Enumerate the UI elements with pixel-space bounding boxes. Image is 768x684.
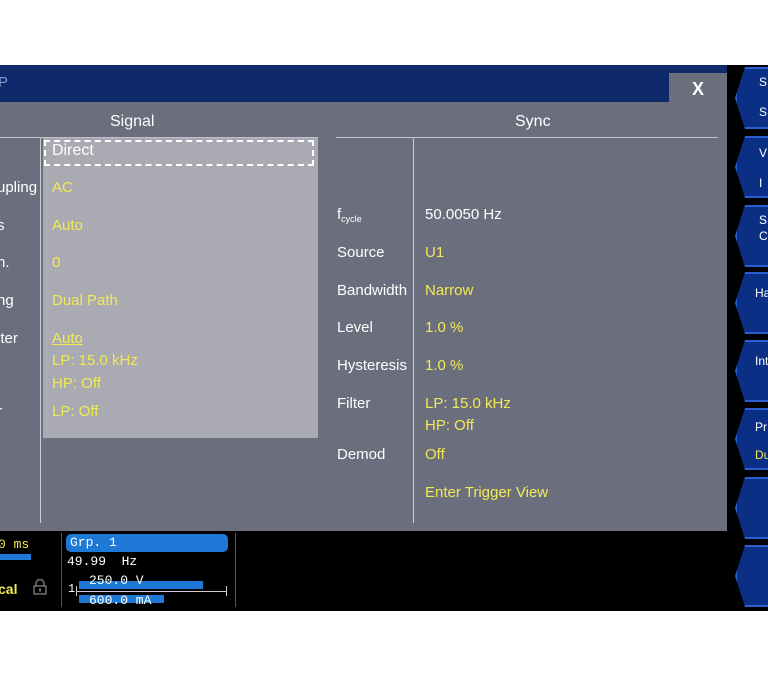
softkey-3[interactable]: S C xyxy=(735,205,768,267)
measurement-dialog: Signal Direct upling AC s Auto n. 0 ng D… xyxy=(0,102,727,531)
signal-header: Signal xyxy=(110,113,155,130)
coupling-label: upling xyxy=(0,179,38,196)
status-divider xyxy=(61,533,62,607)
fcycle-label: fcycle xyxy=(337,206,362,224)
status-divider-2 xyxy=(235,533,236,607)
measurement-time[interactable]: 0 ms xyxy=(0,537,29,552)
sync-source-value[interactable]: U1 xyxy=(425,244,444,261)
enter-trigger-view-link[interactable]: Enter Trigger View xyxy=(425,484,548,501)
softkey-3-sublabel: C xyxy=(759,229,768,243)
fcycle-subscript: cycle xyxy=(341,214,362,224)
signal-filter-hp: HP: Off xyxy=(52,375,101,392)
signal-filter-label: lter xyxy=(0,330,18,347)
softkey-4-label: Ha xyxy=(755,286,768,300)
sync-demod-value[interactable]: Off xyxy=(425,446,445,463)
softkey-7[interactable] xyxy=(735,477,768,539)
close-button[interactable]: X xyxy=(669,73,727,102)
signal-mode-selector[interactable]: Direct xyxy=(44,140,314,166)
signal-filter-mode[interactable]: Auto xyxy=(52,330,83,347)
softkey-1-label: S xyxy=(759,75,768,89)
scale-tick-left xyxy=(76,586,77,596)
ranging-value[interactable]: Dual Path xyxy=(52,292,118,309)
softkey-1[interactable]: S S xyxy=(735,67,768,129)
aux-filter-value[interactable]: LP: Off xyxy=(52,403,98,420)
softkey-2-sublabel: I xyxy=(759,176,763,190)
softkey-panel: S S V I S C Ha Int Pr Du xyxy=(729,65,768,611)
channel-scale-line xyxy=(76,591,227,592)
signal-column-divider xyxy=(40,138,41,523)
signal-selection-panel[interactable] xyxy=(43,138,318,438)
instrument-screen: P X Signal Direct upling AC s Auto n. 0 … xyxy=(0,65,768,611)
scale-tick-right xyxy=(226,586,227,596)
signal-mode-value: Direct xyxy=(52,142,94,159)
voltage-value: 250.0 V xyxy=(89,573,144,588)
softkey-4[interactable]: Ha xyxy=(735,272,768,334)
frequency-unit: Hz xyxy=(121,554,138,569)
lock-icon[interactable] xyxy=(33,578,47,595)
softkey-6[interactable]: Pr Du xyxy=(735,408,768,470)
sync-demod-label: Demod xyxy=(337,446,386,463)
attenuation-label: n. xyxy=(0,254,10,271)
sync-header: Sync xyxy=(515,113,551,130)
local-status: cal xyxy=(0,581,18,597)
sync-filter-label: Filter xyxy=(337,395,371,412)
frequency-value: 49.99 xyxy=(67,554,107,569)
sync-column-divider xyxy=(413,138,414,523)
frequency-readout: 49.99 Hz xyxy=(67,554,137,569)
softkey-2[interactable]: V I xyxy=(735,136,768,198)
time-progress-bar xyxy=(0,554,31,560)
sync-hysteresis-value[interactable]: 1.0 % xyxy=(425,357,463,374)
sync-bandwidth-label: Bandwidth xyxy=(337,282,408,299)
title-bar: P xyxy=(0,65,727,102)
softkey-6-sublabel: Du xyxy=(755,448,768,462)
softkey-2-label: V xyxy=(759,146,768,160)
sync-level-value[interactable]: 1.0 % xyxy=(425,319,463,336)
group-tab[interactable]: Grp. 1 xyxy=(66,534,228,552)
sync-level-label: Level xyxy=(337,319,373,336)
group-label: Grp. 1 xyxy=(70,535,117,550)
attenuation-value[interactable]: 0 xyxy=(52,254,60,271)
window-title: P xyxy=(0,74,9,91)
sync-source-label: Source xyxy=(337,244,385,261)
softkey-8[interactable] xyxy=(735,545,768,607)
sync-hysteresis-label: Hysteresis xyxy=(337,357,408,374)
sync-filter-hp[interactable]: HP: Off xyxy=(425,417,474,434)
sync-bandwidth-value[interactable]: Narrow xyxy=(425,282,473,299)
ranging-label: ng xyxy=(0,292,14,309)
signal-filter-lp: LP: 15.0 kHz xyxy=(52,352,138,369)
softkey-6-label: Pr xyxy=(755,420,767,434)
softkey-3-label: S xyxy=(759,213,768,227)
softkey-5-label: Int xyxy=(755,354,768,368)
aux-filter-label: r xyxy=(0,403,2,420)
status-bar: 0 ms cal Grp. 1 49.99 Hz 1 250.0 V 600.0… xyxy=(0,531,727,611)
coupling-value[interactable]: AC xyxy=(52,179,73,196)
sync-header-rule xyxy=(336,137,718,138)
softkey-5[interactable]: Int xyxy=(735,340,768,402)
current-value: 600.0 mA xyxy=(89,593,152,608)
range-value[interactable]: Auto xyxy=(52,217,83,234)
range-label: s xyxy=(0,217,5,234)
softkey-1-sublabel: S xyxy=(759,105,768,119)
fcycle-value: 50.0050 Hz xyxy=(425,206,502,223)
sync-filter-lp[interactable]: LP: 15.0 kHz xyxy=(425,395,511,412)
channel-number: 1 xyxy=(68,582,76,596)
